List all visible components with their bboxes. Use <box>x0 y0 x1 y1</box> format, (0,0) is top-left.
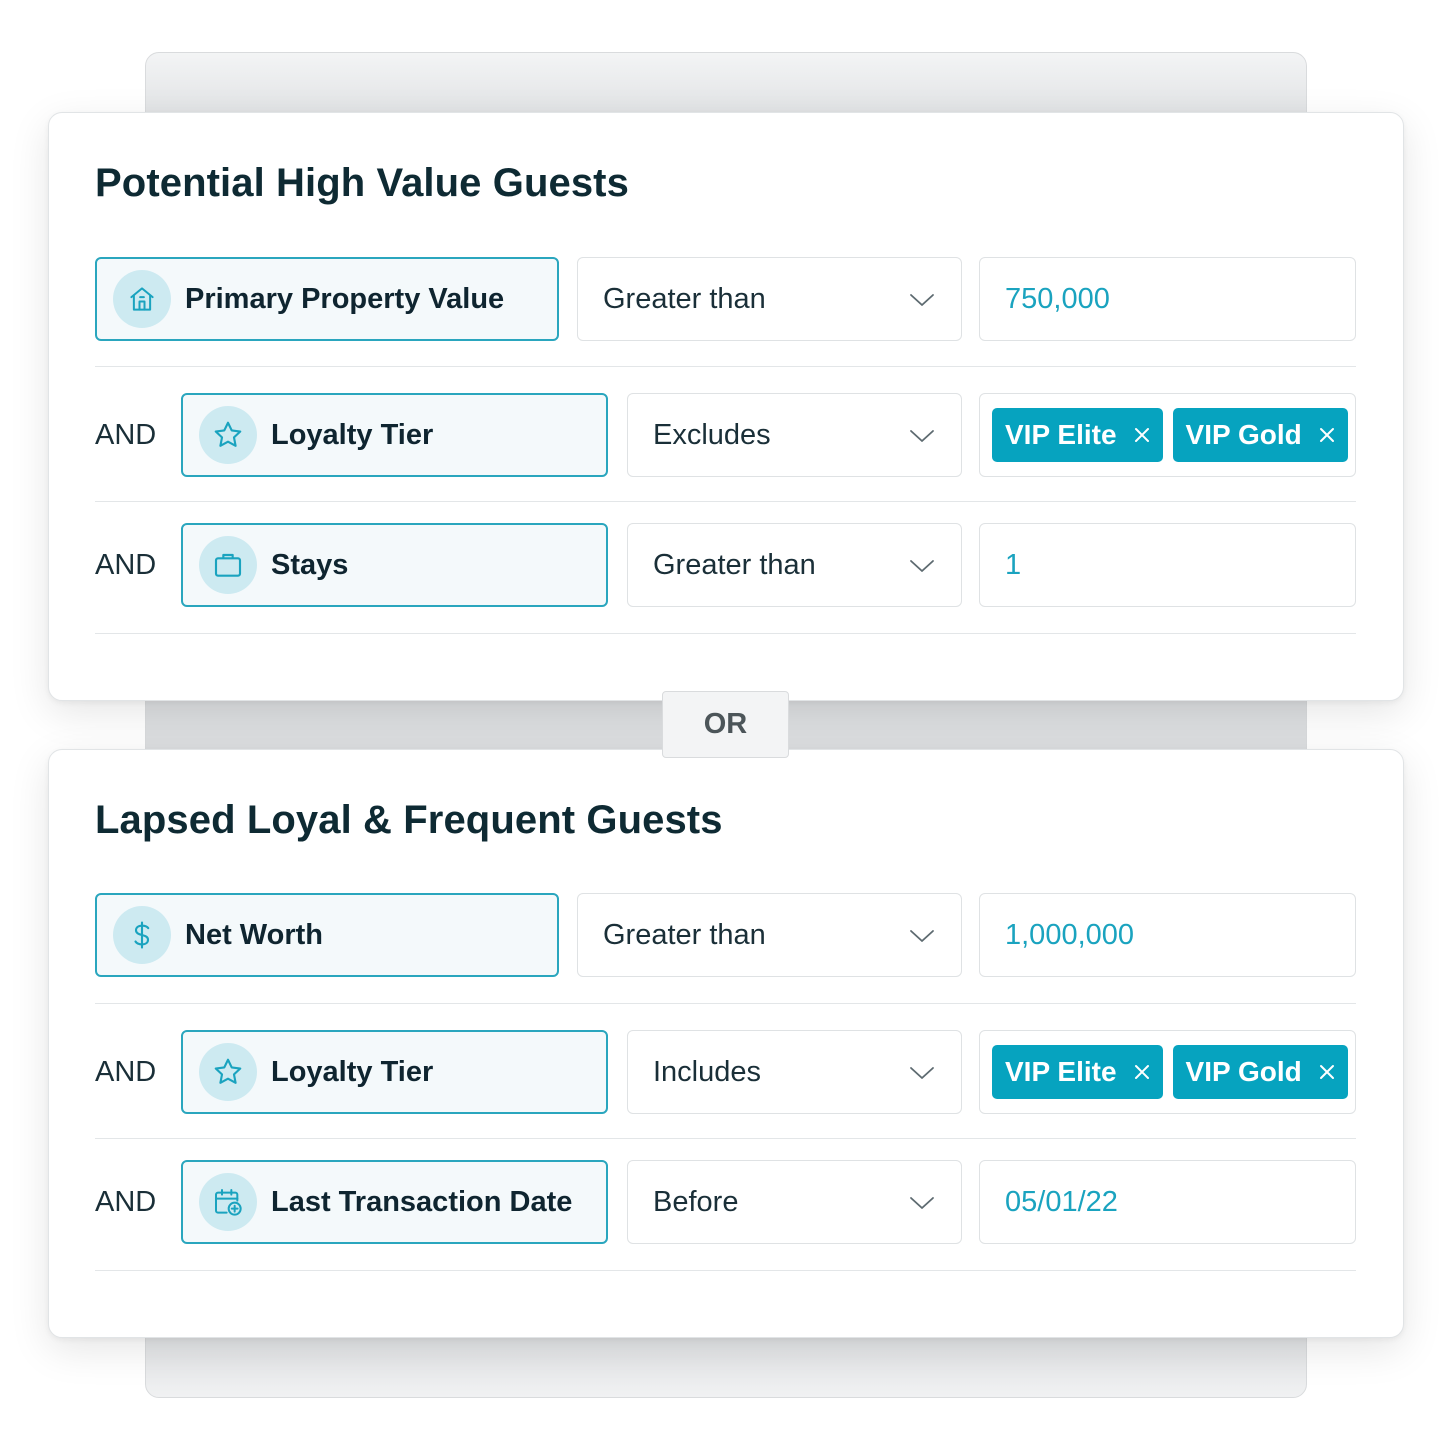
row-divider <box>95 1003 1356 1004</box>
chevron-down-icon <box>910 294 934 306</box>
operator-select[interactable]: Before <box>627 1160 962 1244</box>
multi-value-input[interactable]: VIP Elite VIP Gold <box>979 1030 1356 1114</box>
row-divider <box>95 366 1356 367</box>
rule-row: Primary Property Value Greater than 750,… <box>95 257 1356 341</box>
rule-row: AND Last Transaction Date Before 05/01/2… <box>95 1160 1356 1244</box>
operator-value: Includes <box>653 1055 762 1088</box>
segment-title: Potential High Value Guests <box>95 161 629 205</box>
operator-select[interactable]: Greater than <box>577 257 962 341</box>
value-input[interactable]: 1,000,000 <box>979 893 1356 977</box>
briefcase-icon <box>199 536 257 594</box>
star-icon <box>199 406 257 464</box>
tag-chip-vip-elite: VIP Elite <box>992 408 1163 462</box>
rule-row: Net Worth Greater than 1,000,000 <box>95 893 1356 977</box>
operator-select[interactable]: Greater than <box>627 523 962 607</box>
field-chip-loyalty-tier[interactable]: Loyalty Tier <box>181 1030 608 1114</box>
operator-select[interactable]: Greater than <box>577 893 962 977</box>
field-chip-last-transaction-date[interactable]: Last Transaction Date <box>181 1160 608 1244</box>
value-text: 1 <box>1005 548 1022 581</box>
field-chip-net-worth[interactable]: Net Worth <box>95 893 559 977</box>
chip-label: VIP Gold <box>1185 1056 1302 1087</box>
calendar-add-icon <box>199 1173 257 1231</box>
value-input[interactable]: 750,000 <box>979 257 1356 341</box>
operator-value: Before <box>653 1185 739 1218</box>
segment-title: Lapsed Loyal & Frequent Guests <box>95 798 723 842</box>
segment-card-potential-high-value: Potential High Value Guests Primary Prop… <box>48 112 1404 701</box>
close-icon[interactable] <box>1133 1063 1151 1081</box>
multi-value-input[interactable]: VIP Elite VIP Gold <box>979 393 1356 477</box>
tag-chip-vip-elite: VIP Elite <box>992 1045 1163 1099</box>
and-connector: AND <box>95 1056 157 1088</box>
close-icon[interactable] <box>1318 426 1336 444</box>
date-input[interactable]: 05/01/22 <box>979 1160 1356 1244</box>
chevron-down-icon <box>910 430 934 442</box>
field-label: Stays <box>271 548 349 581</box>
tag-chip-vip-gold: VIP Gold <box>1172 1045 1348 1099</box>
chevron-down-icon <box>910 560 934 572</box>
value-text: 1,000,000 <box>1005 918 1135 951</box>
chevron-down-icon <box>910 930 934 942</box>
chevron-down-icon <box>910 1067 934 1079</box>
field-label: Last Transaction Date <box>271 1185 573 1218</box>
chip-label: VIP Elite <box>1005 1056 1117 1087</box>
and-connector: AND <box>95 419 157 451</box>
dollar-icon <box>113 906 171 964</box>
operator-select[interactable]: Excludes <box>627 393 962 477</box>
or-connector: OR <box>662 691 789 758</box>
rule-row: AND Loyalty Tier Excludes VIP Elite VIP … <box>95 393 1356 477</box>
operator-value: Excludes <box>653 418 771 451</box>
row-divider <box>95 1270 1356 1271</box>
and-connector: AND <box>95 549 157 581</box>
field-label: Loyalty Tier <box>271 418 434 451</box>
close-icon[interactable] <box>1318 1063 1336 1081</box>
home-icon <box>113 270 171 328</box>
segment-card-lapsed-loyal: Lapsed Loyal & Frequent Guests Net Worth… <box>48 749 1404 1338</box>
close-icon[interactable] <box>1133 426 1151 444</box>
row-divider <box>95 501 1356 502</box>
operator-value: Greater than <box>603 282 766 315</box>
chevron-down-icon <box>910 1197 934 1209</box>
value-text: 05/01/22 <box>1005 1185 1118 1218</box>
field-label: Loyalty Tier <box>271 1055 434 1088</box>
row-divider <box>95 1138 1356 1139</box>
value-text: 750,000 <box>1005 282 1110 315</box>
value-input[interactable]: 1 <box>979 523 1356 607</box>
operator-value: Greater than <box>653 548 816 581</box>
field-label: Net Worth <box>185 918 324 951</box>
chip-label: VIP Elite <box>1005 419 1117 450</box>
field-label: Primary Property Value <box>185 282 505 315</box>
field-chip-loyalty-tier[interactable]: Loyalty Tier <box>181 393 608 477</box>
and-connector: AND <box>95 1186 157 1218</box>
chip-label: VIP Gold <box>1185 419 1302 450</box>
rule-row: AND Stays Greater than 1 <box>95 523 1356 607</box>
row-divider <box>95 633 1356 634</box>
tag-chip-vip-gold: VIP Gold <box>1172 408 1348 462</box>
operator-select[interactable]: Includes <box>627 1030 962 1114</box>
star-icon <box>199 1043 257 1101</box>
field-chip-stays[interactable]: Stays <box>181 523 608 607</box>
operator-value: Greater than <box>603 918 766 951</box>
rule-row: AND Loyalty Tier Includes VIP Elite VIP … <box>95 1030 1356 1114</box>
field-chip-primary-property-value[interactable]: Primary Property Value <box>95 257 559 341</box>
